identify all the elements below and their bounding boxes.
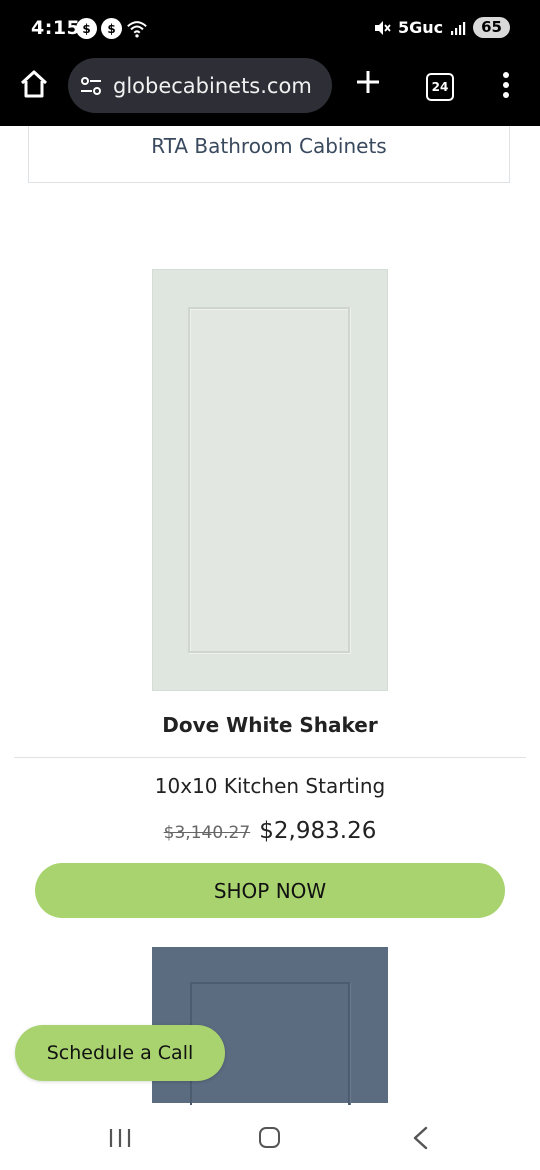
address-bar[interactable]: globecabinets.com — [68, 58, 332, 113]
status-time: 4:15 — [31, 17, 81, 39]
plus-icon[interactable] — [354, 68, 382, 96]
product-image-dove-white-shaker[interactable] — [152, 269, 388, 691]
recent-apps-icon[interactable] — [108, 1127, 132, 1149]
notification-dollar-icon: $ — [101, 18, 122, 39]
wifi-icon — [127, 21, 147, 38]
network-type: 5Guc — [397, 18, 444, 37]
divider — [14, 757, 526, 758]
mute-icon — [374, 20, 391, 35]
schedule-call-button[interactable]: Schedule a Call — [15, 1025, 225, 1081]
back-icon[interactable] — [410, 1126, 432, 1150]
url-text[interactable]: globecabinets.com — [113, 74, 312, 98]
product-name[interactable]: Dove White Shaker — [0, 713, 540, 737]
status-notification-icons: $ $ — [76, 18, 148, 40]
price-row: $3,140.27 $2,983.26 — [0, 818, 540, 844]
browser-chrome: 4:15 $ $ 5Guc 65 globecabinets.com 24 — [0, 0, 540, 126]
tabs-icon[interactable]: 24 — [426, 73, 454, 101]
battery-indicator: 65 — [473, 17, 510, 38]
home-icon[interactable] — [18, 68, 50, 100]
nav-home-icon[interactable] — [259, 1127, 280, 1148]
door-panel — [188, 307, 350, 653]
signal-icon — [451, 21, 466, 35]
category-label[interactable]: RTA Bathroom Cabinets — [29, 134, 509, 158]
shop-now-button[interactable]: SHOP NOW — [35, 863, 505, 918]
site-settings-icon[interactable] — [79, 74, 103, 98]
more-vert-icon[interactable] — [496, 70, 516, 100]
notification-dollar-icon: $ — [76, 18, 97, 39]
sale-price: $2,983.26 — [259, 818, 377, 844]
old-price: $3,140.27 — [163, 823, 251, 843]
product-subtitle: 10x10 Kitchen Starting — [154, 774, 386, 798]
status-right-group: 5Guc 65 — [373, 17, 510, 38]
category-tile[interactable]: RTA Bathroom Cabinets — [28, 126, 510, 183]
